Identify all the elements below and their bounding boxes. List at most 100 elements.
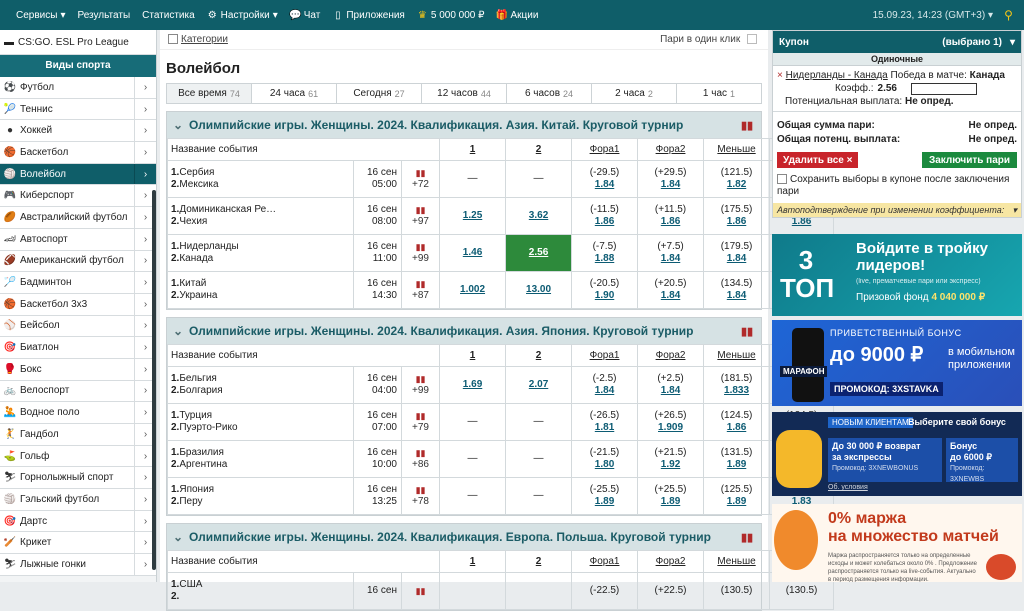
sidebar-item-sport[interactable]: 🏉 Австралийский футбол › — [0, 207, 156, 229]
tab-singles[interactable]: Одиночные — [773, 53, 1021, 66]
event-stats[interactable]: ▮▮ +99 — [400, 366, 441, 404]
odds-value[interactable]: 13.00 — [506, 284, 571, 296]
bet-slip-header[interactable]: Купон (выбрано 1) ▾ — [773, 31, 1021, 53]
chevron-down-icon[interactable]: ⌄ — [167, 118, 189, 132]
stats-icon[interactable]: ▮▮ — [402, 484, 439, 496]
event-teams[interactable]: 1.Нидерланды 2.Канада — [167, 234, 354, 272]
sidebar-item-sport[interactable]: 🏐 Волейбол › — [0, 163, 156, 186]
odds-value[interactable]: 2.07 — [506, 379, 571, 391]
odds-cell-o1[interactable]: 1.69 — [439, 366, 507, 404]
column-header-c2[interactable]: 2 — [505, 344, 573, 367]
odds-value[interactable]: 1.89 — [704, 459, 769, 471]
odds-value[interactable]: — — [440, 173, 505, 185]
table-row[interactable]: 1.Бразилия 2.Аргентина 16 сен 10:00 ▮▮ +86— —(… — [167, 440, 835, 478]
odds-value[interactable]: 1.89 — [638, 496, 703, 508]
odds-cell-l[interactable]: (121.5) 1.82 — [703, 160, 771, 198]
save-selections-checkbox[interactable] — [777, 174, 787, 185]
odds-value[interactable]: 1.82 — [704, 179, 769, 191]
stats-icon[interactable]: ▮▮ — [402, 167, 439, 179]
event-stats[interactable]: ▮▮ +99 — [400, 234, 441, 272]
bet-match-link[interactable]: Нидерланды - Канада — [786, 70, 888, 81]
sidebar-item-sport[interactable]: 🏀 Баскетбол › — [0, 142, 156, 164]
odds-cell-o2[interactable]: 2.07 — [505, 366, 573, 404]
odds-value[interactable]: 1.84 — [638, 179, 703, 191]
odds-value[interactable]: 2.56 — [506, 247, 571, 259]
more-markets-count[interactable]: +99 — [402, 385, 439, 397]
odds-cell-o2[interactable]: — — [505, 403, 573, 441]
odds-cell-f2[interactable]: (+7.5) 1.84 — [637, 234, 705, 272]
top-menu-item[interactable]: Результаты — [71, 10, 136, 21]
odds-value[interactable]: 1.86 — [638, 216, 703, 228]
promo-banner-new-clients[interactable]: НОВЫМ КЛИЕНТАМ Выберите свой бонус До 30… — [772, 412, 1022, 496]
odds-value[interactable]: 1.002 — [440, 284, 505, 296]
bonus-option-2[interactable]: Бонус до 6000 ₽ Промокод: 3XNEWBS — [946, 438, 1018, 483]
odds-value[interactable]: 1.86 — [704, 216, 769, 228]
odds-value[interactable]: — — [440, 490, 505, 502]
odds-cell-f2[interactable]: (+26.5) 1.909 — [637, 403, 705, 441]
sidebar-item-sport[interactable]: ⛷ Горнолыжный спорт › — [0, 467, 156, 490]
league-header[interactable]: ⌄ Олимпийские игры. Женщины. 2024. Квалиф… — [167, 524, 761, 550]
tab-time-filter[interactable]: 6 часов 24 — [507, 84, 592, 103]
odds-value[interactable]: 1.84 — [638, 385, 703, 397]
categories-toggle[interactable]: Категории — [168, 34, 228, 45]
event-stats[interactable]: ▮▮ +72 — [400, 160, 441, 198]
odds-value[interactable]: 1.84 — [638, 290, 703, 302]
table-row[interactable]: 1.США 2. 16 сен ▮▮ (-22.5) (+22.5) (130.5) (130… — [167, 572, 835, 610]
sidebar-item-sport[interactable]: 🚲 Велоспорт › — [0, 380, 156, 403]
odds-value[interactable]: 1.909 — [638, 422, 703, 434]
sidebar-item-sport[interactable]: 🤽 Водное поло › — [0, 402, 156, 424]
sidebar-item-sport[interactable]: 🏸 Бадминтон › — [0, 272, 156, 294]
odds-value[interactable]: 1.84 — [572, 179, 637, 191]
sidebar-item-sport[interactable]: ⚽ Футбол › — [0, 77, 156, 99]
auto-confirm-select[interactable]: Автоподтверждение при изменении коэффици… — [773, 203, 1021, 217]
top-menu-item[interactable]: Сервисы ▾ — [0, 10, 71, 21]
odds-cell-f1[interactable]: (-2.5) 1.84 — [571, 366, 639, 404]
sidebar-item-sport[interactable]: ⚾ Бейсбол › — [0, 315, 156, 338]
event-teams[interactable]: 1.Сербия 2.Мексика — [167, 160, 354, 198]
odds-value[interactable]: — — [506, 173, 571, 185]
column-header-f2[interactable]: Фора2 — [637, 344, 705, 367]
categories-checkbox[interactable] — [168, 34, 178, 45]
table-row[interactable]: 1.Бельгия 2.Болгария 16 сен 04:00 ▮▮ +99 1.69 2… — [167, 366, 835, 404]
column-header-f1[interactable]: Фора1 — [571, 550, 639, 573]
odds-value[interactable]: 1.88 — [572, 253, 637, 265]
odds-cell-o1[interactable]: 1.002 — [439, 271, 507, 309]
chevron-down-icon[interactable]: ⌄ — [167, 324, 189, 338]
odds-value[interactable]: 1.86 — [572, 216, 637, 228]
categories-label[interactable]: Категории — [181, 34, 228, 45]
table-row[interactable]: 1.Турция 2.Пуэрто-Рико 16 сен 07:00 ▮▮ +79— —(… — [167, 403, 835, 441]
top-menu-item[interactable]: ▯ Приложения — [326, 10, 411, 21]
odds-cell-f1[interactable]: (-25.5) 1.89 — [571, 477, 639, 515]
more-markets-count[interactable]: +72 — [402, 179, 439, 191]
tab-time-filter[interactable]: 2 часа 2 — [592, 84, 677, 103]
event-teams[interactable]: 1.США 2. — [167, 572, 354, 610]
sidebar-item-sport[interactable]: 🏈 Американский футбол › — [0, 250, 156, 273]
odds-value[interactable]: 1.69 — [440, 379, 505, 391]
odds-cell-o2[interactable]: 3.62 — [505, 197, 573, 235]
chevron-right-icon[interactable]: › — [134, 142, 156, 163]
stats-icon[interactable]: ▮▮ — [402, 447, 439, 459]
more-markets-count[interactable]: +78 — [402, 496, 439, 508]
stats-icon[interactable]: ▮▮ — [402, 585, 439, 597]
odds-value[interactable]: 1.86 — [704, 422, 769, 434]
odds-cell-f1[interactable]: (-11.5) 1.86 — [571, 197, 639, 235]
odds-cell-f2[interactable]: (+20.5) 1.84 — [637, 271, 705, 309]
one-click-checkbox[interactable] — [747, 34, 757, 45]
odds-cell-l[interactable]: (124.5) 1.86 — [703, 403, 771, 441]
chevron-right-icon[interactable]: › — [134, 77, 156, 98]
odds-cell-o2[interactable]: — — [505, 440, 573, 478]
top-menu-item[interactable]: 🎁 Акции — [491, 10, 545, 21]
odds-cell-l[interactable]: (175.5) 1.86 — [703, 197, 771, 235]
event-teams[interactable]: 1.Япония 2.Перу — [167, 477, 354, 515]
event-stats[interactable]: ▮▮ +79 — [400, 403, 441, 441]
stats-icon[interactable]: ▮▮ — [402, 241, 439, 253]
sidebar-item-sport[interactable]: 🎮 Киберспорт › — [0, 185, 156, 208]
stats-icon[interactable]: ▮▮ — [402, 278, 439, 290]
promo-banner-welcome[interactable]: МАРАФОН ПРИВЕТСТВЕННЫЙ БОНУС до 9000 ₽ в… — [772, 320, 1022, 406]
odds-value[interactable]: 1.84 — [704, 253, 769, 265]
sidebar-item-sport[interactable]: ⛷ Лыжные гонки › — [0, 554, 156, 576]
top-menu-item[interactable]: 💬 Чат — [284, 10, 327, 21]
sidebar-item-sport[interactable]: 🏐 Гэльский футбол › — [0, 489, 156, 511]
tab-time-filter[interactable]: 12 часов 44 — [422, 84, 507, 103]
odds-cell-o2[interactable]: 13.00 — [505, 271, 573, 309]
